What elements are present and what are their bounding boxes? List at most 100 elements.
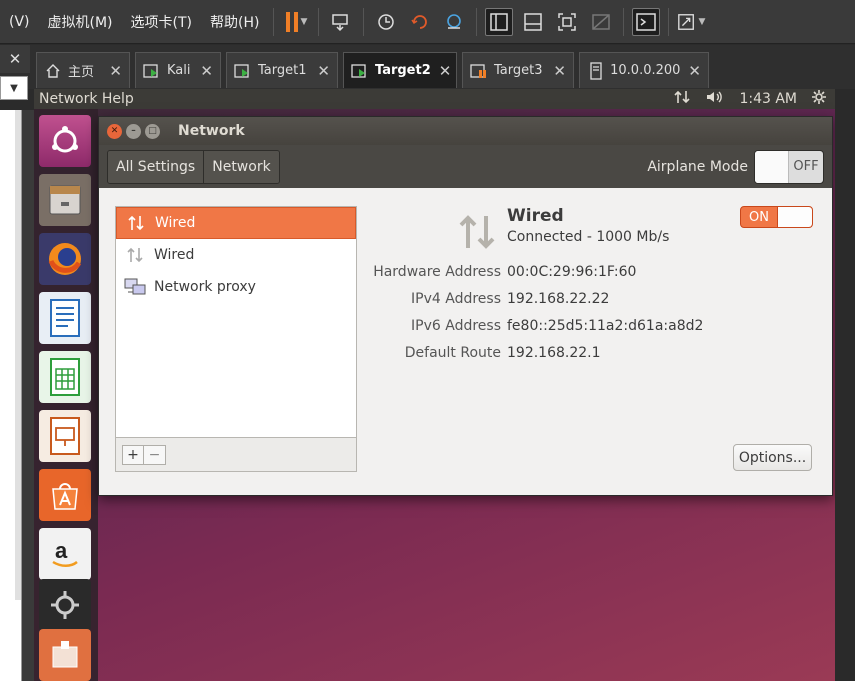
connection-name: Wired xyxy=(507,206,564,226)
svg-text:a: a xyxy=(55,538,68,563)
pause-button[interactable]: ▼ xyxy=(282,8,310,36)
window-maximize-button[interactable]: □ xyxy=(145,123,160,139)
vm-server-icon xyxy=(587,61,604,80)
app-menu[interactable]: Network Help xyxy=(39,91,134,107)
window-titlebar: ✕ – □ Network xyxy=(99,117,832,145)
wired-on-switch[interactable]: ON xyxy=(740,206,813,228)
snapshot-manager-button[interactable] xyxy=(440,8,468,36)
unity-button[interactable] xyxy=(587,8,615,36)
close-icon[interactable]: ✕ xyxy=(101,62,122,80)
software-updater-icon[interactable] xyxy=(39,629,91,681)
network-arrows-icon xyxy=(124,244,146,266)
network-indicator-icon[interactable] xyxy=(673,89,691,109)
ubuntu-dash-icon[interactable] xyxy=(39,115,91,167)
vm-paused-icon xyxy=(470,62,488,80)
switch-state: ON xyxy=(749,209,769,225)
airplane-mode-control: Airplane Mode OFF xyxy=(647,149,824,184)
options-button[interactable]: Options... xyxy=(733,444,812,471)
device-label: Wired xyxy=(154,247,195,263)
tab-label: Target2 xyxy=(375,63,431,78)
hardware-address-label: Hardware Address xyxy=(373,264,501,280)
tab-10-0-0-200[interactable]: 10.0.0.200 ✕ xyxy=(579,52,709,88)
chevron-down-icon: ▼ xyxy=(300,16,308,27)
ubuntu-software-icon[interactable] xyxy=(39,469,91,521)
remove-connection-button[interactable]: − xyxy=(144,444,166,465)
library-dropdown[interactable]: ▼ xyxy=(0,76,28,100)
close-icon[interactable]: ✕ xyxy=(545,62,566,80)
list-item-wired-1[interactable]: Wired xyxy=(116,207,356,239)
airplane-mode-switch[interactable]: OFF xyxy=(754,149,824,184)
all-settings-button[interactable]: All Settings xyxy=(108,150,205,183)
close-icon[interactable]: ✕ xyxy=(431,62,452,80)
fullscreen-button[interactable] xyxy=(553,8,581,36)
ipv6-address-label: IPv6 Address xyxy=(411,318,501,334)
gear-icon[interactable] xyxy=(811,89,827,109)
network-arrows-icon xyxy=(125,212,147,234)
close-icon[interactable]: ✕ xyxy=(680,62,701,80)
libreoffice-writer-icon[interactable] xyxy=(39,292,91,344)
vm-running-icon xyxy=(351,62,369,80)
menu-vm[interactable]: 虚拟机(M) xyxy=(39,12,122,32)
menu-tabs[interactable]: 选项卡(T) xyxy=(122,12,201,32)
vm-tab-strip: 主页 ✕ Kali ✕ Target1 ✕ Target2 ✕ Target3 … xyxy=(0,45,855,89)
system-settings-icon[interactable] xyxy=(39,579,91,631)
amazon-icon[interactable]: a xyxy=(39,528,91,580)
default-route-value: 192.168.22.1 xyxy=(507,345,601,361)
list-item-network-proxy[interactable]: Network proxy xyxy=(116,271,356,303)
close-icon[interactable]: ✕ xyxy=(309,62,330,80)
settings-headerbar: All Settings Network Airplane Mode OFF xyxy=(99,145,832,188)
library-close-button[interactable]: ✕ xyxy=(0,45,30,73)
switch-state: OFF xyxy=(793,159,819,174)
libreoffice-calc-icon[interactable] xyxy=(39,351,91,403)
tab-kali[interactable]: Kali ✕ xyxy=(135,52,221,88)
console-layout-icon xyxy=(524,12,543,31)
toolbar-separator xyxy=(273,7,275,36)
volume-icon[interactable] xyxy=(705,89,725,109)
hardware-address-value: 00:0C:29:96:1F:60 xyxy=(507,264,637,280)
tab-label: Target3 xyxy=(494,63,543,78)
menu-help[interactable]: 帮助(H) xyxy=(201,12,268,32)
tab-target1[interactable]: Target1 ✕ xyxy=(226,52,338,88)
close-icon[interactable]: ✕ xyxy=(192,62,213,80)
vm-running-icon xyxy=(143,62,161,80)
tab-label: 主页 xyxy=(68,65,95,80)
sidebar-layout-icon xyxy=(490,12,509,31)
snapshot-icon xyxy=(378,13,395,30)
revert-snapshot-button[interactable] xyxy=(406,8,434,36)
send-keys-icon xyxy=(332,13,349,31)
toolbar-separator xyxy=(476,7,478,36)
terminal-button[interactable] xyxy=(632,7,661,36)
window-minimize-button[interactable]: – xyxy=(126,123,141,139)
breadcrumb: All Settings Network xyxy=(107,149,280,184)
connection-status: Connected - 1000 Mb/s xyxy=(507,229,670,245)
library-view-button[interactable] xyxy=(485,7,514,36)
console-view-button[interactable] xyxy=(519,8,547,36)
library-scrollbar[interactable] xyxy=(15,110,21,600)
window-title: Network xyxy=(178,123,245,139)
clock[interactable]: 1:43 AM xyxy=(739,91,797,107)
tab-target2[interactable]: Target2 ✕ xyxy=(343,52,457,88)
airplane-mode-label: Airplane Mode xyxy=(647,158,748,175)
list-item-wired-2[interactable]: Wired xyxy=(116,239,356,271)
libreoffice-impress-icon[interactable] xyxy=(39,410,91,462)
tab-home[interactable]: 主页 ✕ xyxy=(36,52,130,88)
files-icon[interactable] xyxy=(39,174,91,226)
revert-icon xyxy=(411,14,428,29)
switch-knob xyxy=(777,207,812,227)
settings-content: Wired Wired Network proxy + − Wired Conn xyxy=(99,188,832,495)
add-connection-button[interactable]: + xyxy=(122,444,144,465)
stretch-button[interactable]: ▼ xyxy=(677,8,705,36)
window-close-button[interactable]: ✕ xyxy=(107,123,122,139)
snapshot-button[interactable] xyxy=(372,8,400,36)
console-border xyxy=(835,89,855,681)
expand-icon xyxy=(678,13,695,30)
ipv6-address-value: fe80::25d5:11a2:d61a:a8d2 xyxy=(507,318,704,334)
network-breadcrumb[interactable]: Network xyxy=(204,150,279,183)
menu-view[interactable]: (V) xyxy=(0,14,39,30)
ubuntu-launcher: a xyxy=(34,109,98,681)
tab-target3[interactable]: Target3 ✕ xyxy=(462,52,574,88)
device-label: Network proxy xyxy=(154,279,256,295)
vmware-toolbar: (V) 虚拟机(M) 选项卡(T) 帮助(H) ▼ ▼ xyxy=(0,0,855,44)
firefox-icon[interactable] xyxy=(39,233,91,285)
send-keys-button[interactable] xyxy=(327,8,355,36)
